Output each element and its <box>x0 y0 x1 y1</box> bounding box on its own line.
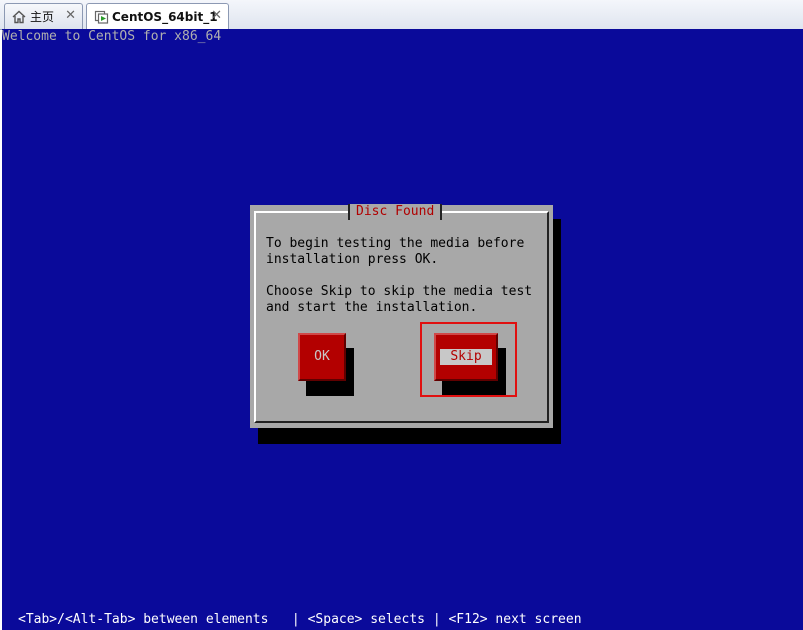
tab-home-close-icon[interactable]: ✕ <box>65 8 76 23</box>
tab-bar: 主页 ✕ CentOS_64bit_1 ✕ <box>0 0 803 30</box>
tab-home[interactable]: 主页 ✕ <box>4 3 83 29</box>
vm-console-screen[interactable]: Welcome to CentOS for x86_64 Disc Found … <box>2 29 803 630</box>
disc-found-dialog: Disc Found To begin testing the media be… <box>250 204 553 428</box>
help-bar: <Tab>/<Alt-Tab> between elements | <Spac… <box>18 612 582 627</box>
tab-vm-label: CentOS_64bit_1 <box>112 10 218 24</box>
dialog-text-line: and start the installation. <box>266 300 478 315</box>
tab-home-label: 主页 <box>30 10 55 24</box>
home-icon <box>11 9 27 25</box>
dialog-text-line: installation press OK. <box>266 252 439 267</box>
ok-button[interactable]: OK <box>298 333 346 381</box>
ok-button-label: OK <box>314 349 330 364</box>
dialog-text-line: To begin testing the media before <box>266 236 525 251</box>
vm-icon <box>93 9 109 25</box>
dialog-text-line: Choose Skip to skip the media test <box>266 284 533 299</box>
welcome-banner: Welcome to CentOS for x86_64 <box>2 29 222 44</box>
tab-centos-vm[interactable]: CentOS_64bit_1 ✕ <box>86 3 229 30</box>
tab-vm-close-icon[interactable]: ✕ <box>211 8 222 23</box>
skip-highlight-annotation <box>420 322 517 397</box>
dialog-title: Disc Found <box>348 204 443 220</box>
